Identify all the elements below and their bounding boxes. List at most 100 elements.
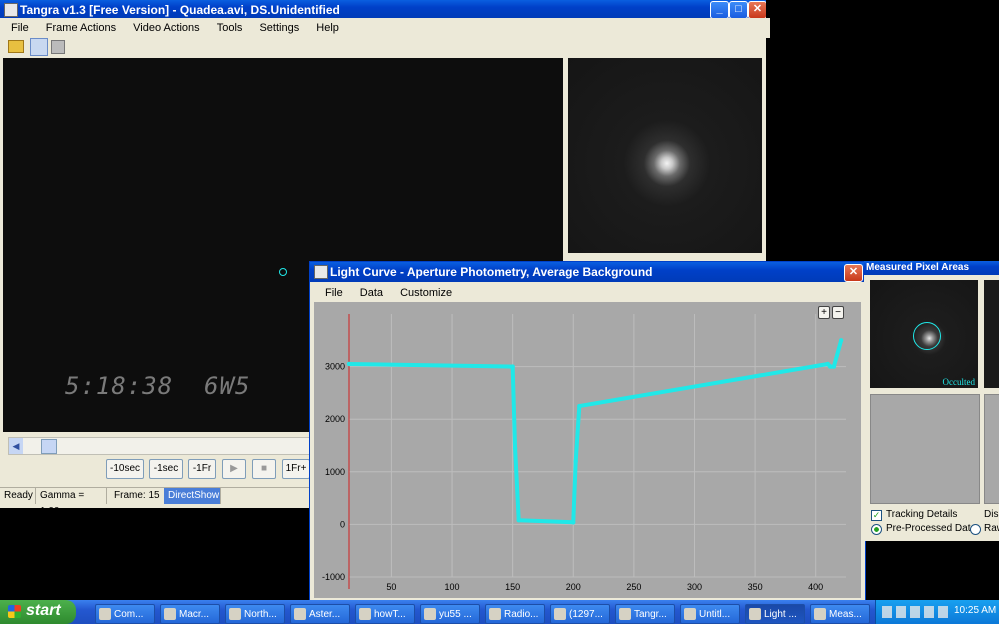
task-4[interactable]: Aster... — [290, 604, 350, 624]
raw-radio[interactable] — [970, 524, 981, 535]
data-point-0-9 — [831, 364, 837, 369]
status-frame: Frame: 15 — [110, 488, 171, 504]
menu-frame-actions[interactable]: Frame Actions — [39, 18, 123, 38]
lightcurve-window: Light Curve - Aperture Photometry, Avera… — [309, 261, 873, 603]
menu-file[interactable]: File — [4, 18, 36, 38]
open-folder-icon[interactable] — [8, 40, 24, 53]
chart-area: + − -1000 0 1000 2000 3000 50 100 150 200 250 300 3… — [314, 302, 861, 598]
data-point-0-10 — [838, 338, 844, 343]
tracking-details-label: Tracking Details — [886, 509, 958, 520]
back-10sec-button[interactable]: -10sec — [106, 459, 144, 479]
data-point-0-6 — [577, 403, 582, 409]
aperture-ring-icon — [913, 322, 941, 350]
x-tick-label-1: 100 — [445, 582, 460, 592]
task-3[interactable]: North... — [225, 604, 285, 624]
select-cursor-icon[interactable] — [30, 38, 48, 56]
windows-logo-icon — [8, 605, 21, 618]
stop-button[interactable]: ■ — [252, 459, 276, 479]
lc-menu-data[interactable]: Data — [353, 283, 390, 303]
measured-titlebar[interactable]: Measured Pixel Areas — [864, 261, 999, 275]
maximize-button[interactable]: □ — [729, 1, 748, 18]
lightcurve-app-icon — [314, 265, 328, 279]
x-tick-label-6: 350 — [748, 582, 763, 592]
measured-tile-4 — [984, 394, 999, 504]
data-point-0-0 — [346, 361, 352, 367]
tangra-toolbar — [0, 38, 766, 56]
target-aperture-marker[interactable] — [279, 268, 287, 276]
task-10[interactable]: Untitl... — [680, 604, 740, 624]
y-tick-label-3: 2000 — [325, 414, 345, 424]
status-engine: DirectShow — [164, 488, 221, 504]
menu-tools[interactable]: Tools — [210, 18, 250, 38]
data-point-0-2 — [512, 445, 518, 451]
x-tick-label-4: 250 — [626, 582, 641, 592]
tangra-title: Tangra v1.3 [Free Version] - Quadea.avi,… — [20, 3, 340, 17]
system-tray: 10:25 AM — [875, 600, 999, 624]
lightcurve-titlebar[interactable]: Light Curve - Aperture Photometry, Avera… — [310, 262, 865, 282]
task-1[interactable]: Com... — [95, 604, 155, 624]
task-5[interactable]: howT... — [355, 604, 415, 624]
data-point-0-5 — [573, 459, 578, 464]
y-tick-label-0: -1000 — [322, 572, 345, 582]
task-8[interactable]: (1297... — [550, 604, 610, 624]
task-6[interactable]: yu55 ... — [420, 604, 480, 624]
minimize-button[interactable]: _ — [710, 1, 729, 18]
start-button[interactable]: start — [0, 600, 76, 624]
task-9[interactable]: Tangr... — [615, 604, 675, 624]
raw-label: Raw — [984, 523, 999, 534]
zoomed-star-preview — [568, 58, 762, 253]
status-bar: Ready Gamma = 1.00 Frame: 15 DirectShow — [0, 487, 310, 517]
light-curve-chart[interactable]: -1000 0 1000 2000 3000 50 100 150 200 250 300 350 40… — [314, 302, 861, 598]
y-tick-label-2: 1000 — [325, 467, 345, 477]
measured-window: Measured Pixel Areas Occulted ✓ Tracking… — [864, 261, 999, 541]
preprocessed-radio[interactable] — [871, 524, 882, 535]
data-point-0-1 — [510, 364, 515, 369]
tangra-titlebar[interactable]: Tangra v1.3 [Free Version] - Quadea.avi,… — [0, 0, 766, 18]
measured-tile-2 — [984, 280, 999, 388]
app-icon — [4, 3, 18, 17]
menu-settings[interactable]: Settings — [252, 18, 306, 38]
start-label: start — [26, 602, 61, 619]
task-2[interactable]: Macr... — [160, 604, 220, 624]
forward-frame-button[interactable]: 1Fr+ — [282, 459, 310, 479]
back-frame-button[interactable]: -1Fr — [188, 459, 216, 479]
tangra-menubar: File Frame Actions Video Actions Tools S… — [0, 18, 770, 38]
measured-pixel-tile: Occulted — [870, 280, 978, 388]
clock[interactable]: 10:25 AM — [954, 605, 996, 616]
close-button[interactable]: ✕ — [748, 1, 766, 18]
menu-video-actions[interactable]: Video Actions — [126, 18, 206, 38]
x-tick-label-0: 50 — [386, 582, 396, 592]
data-point-0-4 — [571, 520, 576, 525]
video-timestamp-overlay: 5:18:38 6W5 — [65, 372, 251, 400]
tracking-details-checkbox[interactable]: ✓ — [871, 510, 882, 521]
x-tick-label-7: 400 — [808, 582, 823, 592]
video-mode-icon[interactable] — [51, 40, 65, 54]
preprocessed-label: Pre-Processed Data — [886, 523, 977, 534]
measured-title: Measured Pixel Areas — [866, 262, 970, 273]
x-tick-label-3: 200 — [566, 582, 581, 592]
play-button[interactable]: ▶ — [222, 459, 246, 479]
lightcurve-menubar: File Data Customize — [310, 283, 873, 303]
task-11[interactable]: Light ... — [745, 604, 805, 624]
menu-help[interactable]: Help — [309, 18, 346, 38]
scroll-left-icon[interactable]: ◀ — [9, 438, 23, 454]
back-1sec-button[interactable]: -1sec — [149, 459, 183, 479]
lc-menu-file[interactable]: File — [318, 283, 350, 303]
y-tick-label-1: 0 — [340, 519, 345, 529]
x-tick-label-5: 300 — [687, 582, 702, 592]
lc-menu-customize[interactable]: Customize — [393, 283, 459, 303]
data-point-0-3 — [516, 517, 521, 523]
status-gamma: Gamma = 1.00 — [36, 488, 107, 517]
y-tick-label-4: 3000 — [325, 362, 345, 372]
status-ready: Ready — [0, 488, 36, 504]
x-tick-label-2: 150 — [505, 582, 520, 592]
task-12[interactable]: Meas... — [810, 604, 870, 624]
measured-tile-3 — [870, 394, 980, 504]
task-7[interactable]: Radio... — [485, 604, 545, 624]
tray-icons[interactable] — [882, 606, 950, 618]
series-line-0 — [348, 339, 844, 525]
scroll-thumb[interactable] — [41, 439, 57, 454]
lightcurve-close-button[interactable]: ✕ — [844, 264, 863, 282]
video-scrollbar[interactable]: ◀ — [8, 437, 310, 455]
taskbar: start Com... Macr... North... Aster... h… — [0, 600, 999, 624]
